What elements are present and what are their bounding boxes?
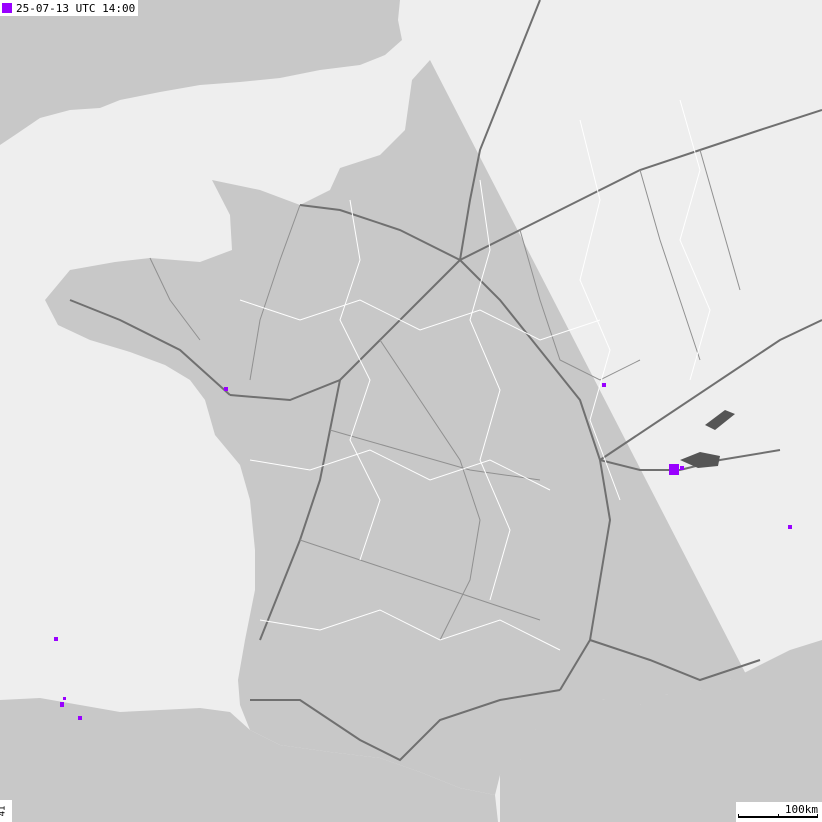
- scale-tick: [778, 814, 779, 818]
- legend: 25-07-13 UTC 14:00: [0, 0, 139, 16]
- activity-marker: [78, 716, 82, 720]
- activity-marker: [60, 702, 64, 707]
- map-canvas[interactable]: [0, 0, 822, 822]
- scale-label: 100km: [784, 803, 818, 816]
- legend-swatch: [2, 3, 12, 13]
- activity-marker: [54, 637, 58, 641]
- activity-marker: [63, 697, 66, 700]
- activity-marker: [602, 383, 606, 387]
- legend-timestamp: 25-07-13 UTC 14:00: [16, 1, 136, 15]
- corner-label: 41: [0, 805, 8, 817]
- scale-tick: [817, 814, 818, 818]
- activity-marker: [669, 464, 679, 475]
- activity-marker: [224, 387, 228, 391]
- activity-marker: [788, 525, 792, 529]
- scale-bar: 100km: [736, 802, 822, 822]
- scale-tick: [738, 814, 739, 818]
- corner-label-box: 41: [0, 800, 12, 822]
- activity-marker: [680, 466, 684, 470]
